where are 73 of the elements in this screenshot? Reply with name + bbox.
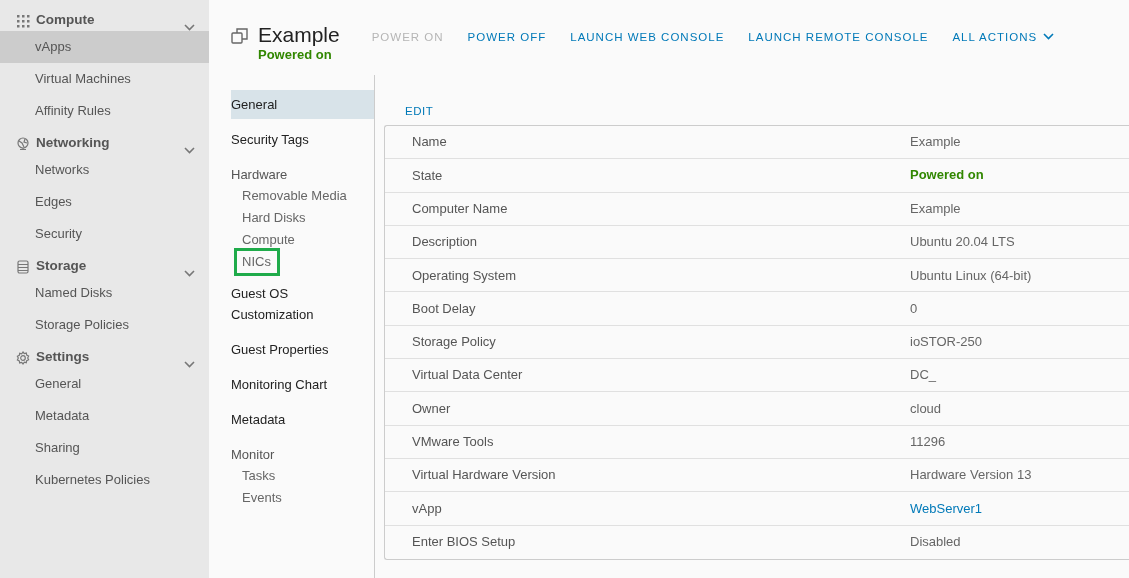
- sidebar-item[interactable]: Named Disks: [0, 277, 209, 309]
- sidebar-section-title[interactable]: Compute: [36, 10, 95, 31]
- vm-icon: [231, 27, 249, 45]
- property-name: vApp: [411, 499, 443, 518]
- section-nav-item[interactable]: Security Tags: [231, 125, 374, 154]
- property-name: Computer Name: [411, 200, 509, 218]
- settings-icon: [16, 350, 30, 365]
- status-text: Powered on: [258, 48, 333, 62]
- database-icon: [16, 259, 30, 274]
- property-name: Operating System: [411, 266, 518, 285]
- property-value: ioSTOR-250: [910, 333, 982, 352]
- grid-icon: [16, 13, 30, 28]
- section-nav-item[interactable]: Events: [242, 487, 282, 509]
- sidebar-item[interactable]: Sharing: [0, 432, 209, 464]
- edit-button[interactable]: EDIT: [384, 99, 434, 125]
- section-nav-item[interactable]: Tasks: [242, 465, 276, 487]
- globe-icon: [16, 136, 30, 151]
- section-nav-item[interactable]: Monitor: [231, 440, 374, 465]
- property-value: Disabled: [910, 533, 961, 552]
- property-name: Description: [411, 233, 479, 252]
- chevron-down-icon[interactable]: [184, 361, 195, 368]
- sidebar-section-title[interactable]: Networking: [36, 133, 110, 154]
- property-name: Owner: [411, 399, 452, 418]
- caret-icon[interactable]: [1043, 33, 1055, 40]
- property-name: Virtual Hardware Version: [411, 466, 557, 485]
- section-nav-item[interactable]: Metadata: [231, 405, 374, 434]
- property-name: VMware Tools: [411, 433, 495, 452]
- sidebar-item[interactable]: Security: [0, 218, 209, 250]
- property-name: Enter BIOS Setup: [411, 533, 517, 552]
- section-nav-item[interactable]: General: [231, 90, 374, 119]
- sidebar-item[interactable]: Kubernetes Policies: [0, 464, 209, 496]
- section-nav-item[interactable]: Monitoring Chart: [231, 370, 374, 399]
- property-value: Ubuntu 20.04 LTS: [910, 233, 1015, 252]
- chevron-down-icon[interactable]: [184, 270, 195, 277]
- sidebar-item[interactable]: Edges: [0, 186, 209, 218]
- property-value: 0: [910, 299, 918, 318]
- property-value: 11296: [910, 433, 946, 452]
- action-link[interactable]: LAUNCH REMOTE CONSOLE: [748, 29, 929, 47]
- sidebar-item[interactable]: vApps: [0, 31, 209, 63]
- property-value: Example: [910, 133, 961, 152]
- property-value: DC_: [910, 366, 936, 385]
- property-name: Storage Policy: [411, 333, 497, 352]
- dropdown-button[interactable]: ALL ACTIONS: [952, 29, 1055, 47]
- action-link[interactable]: LAUNCH WEB CONSOLE: [570, 29, 725, 47]
- sidebar-item[interactable]: Metadata: [0, 400, 209, 432]
- section-nav-item[interactable]: Hardware: [231, 160, 374, 185]
- sidebar-item[interactable]: Affinity Rules: [0, 95, 209, 127]
- chevron-down-icon[interactable]: [184, 24, 195, 31]
- property-value: cloud: [910, 399, 942, 418]
- section-nav-item[interactable]: Guest OS Customization: [231, 279, 374, 329]
- property-value: Ubuntu Linux (64-bit): [910, 266, 1032, 285]
- property-value: Powered on: [910, 168, 984, 183]
- section-nav-item[interactable]: Compute: [242, 229, 295, 251]
- sidebar-item[interactable]: Networks: [0, 154, 209, 186]
- sidebar-item[interactable]: Virtual Machines: [0, 63, 209, 95]
- property-value: Example: [910, 200, 961, 218]
- section-nav-item[interactable]: Removable Media: [242, 185, 347, 207]
- chevron-down-icon[interactable]: [184, 147, 195, 154]
- action-link[interactable]: POWER OFF: [467, 29, 547, 47]
- property-name: State: [411, 166, 444, 185]
- property-name: Virtual Data Center: [411, 366, 524, 385]
- property-name: Boot Delay: [411, 299, 477, 318]
- property-name: Name: [411, 133, 448, 152]
- sidebar-section-title[interactable]: Storage: [36, 256, 87, 277]
- property-link[interactable]: WebServer1: [910, 498, 982, 519]
- sidebar-item[interactable]: General: [0, 368, 209, 400]
- property-value: Hardware Version 13: [910, 466, 1032, 485]
- section-nav-item[interactable]: Guest Properties: [231, 335, 374, 364]
- sidebar-item[interactable]: Storage Policies: [0, 309, 209, 341]
- page-title: Example: [258, 22, 340, 48]
- section-nav-item[interactable]: NICs: [237, 251, 277, 273]
- section-nav-item[interactable]: Hard Disks: [242, 207, 306, 229]
- sidebar-section-title[interactable]: Settings: [36, 347, 90, 368]
